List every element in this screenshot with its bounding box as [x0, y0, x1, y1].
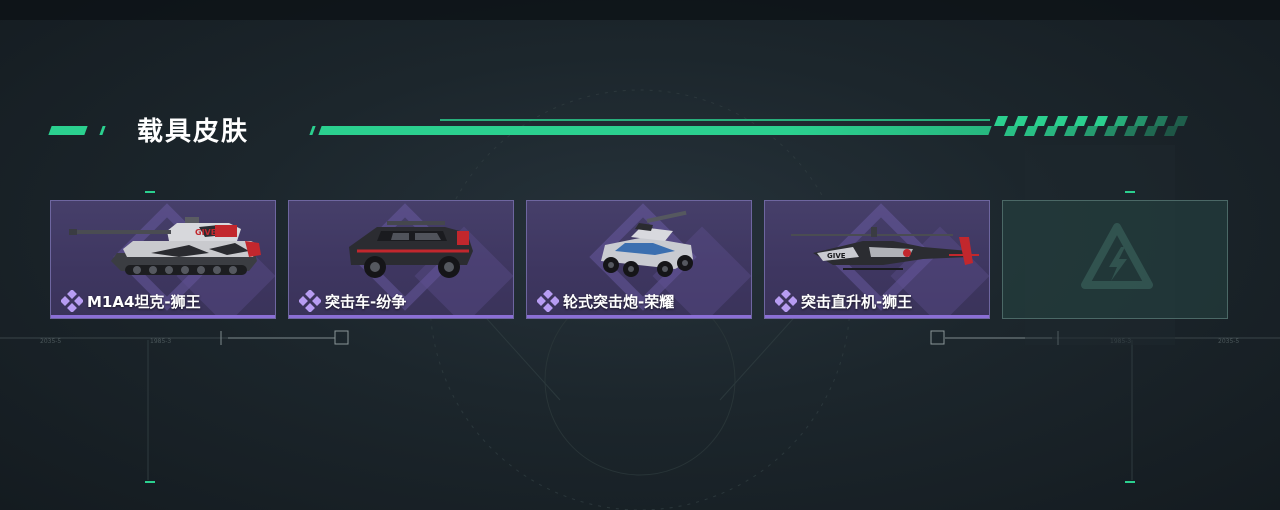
- svg-text:GIVE: GIVE: [195, 228, 216, 237]
- skin-card[interactable]: 轮式突击炮-荣耀: [526, 200, 752, 319]
- header-accent-tick: [99, 126, 106, 135]
- vehicle-skin-list: GIVE M1A4坦克-狮王 突击车-纷争 轮式突击炮-荣耀 GIVE 突击直升…: [50, 200, 1230, 320]
- rarity-diamond-icon: [537, 290, 559, 312]
- header-checker-pattern: [994, 116, 1188, 136]
- skin-name-row: 突击直升机-狮王: [775, 290, 912, 312]
- rarity-diamond-icon: [61, 290, 83, 312]
- header-main-bar: [318, 126, 992, 135]
- skin-name-row: 轮式突击炮-荣耀: [537, 290, 674, 312]
- section-header: 载具皮肤: [0, 105, 1280, 155]
- skin-name-row: M1A4坦克-狮王: [61, 290, 201, 312]
- header-thin-line: [440, 119, 990, 121]
- skin-name: 突击车-纷争: [325, 292, 407, 311]
- rarity-diamond-icon: [775, 290, 797, 312]
- skin-name-row: 突击车-纷争: [299, 290, 406, 312]
- rarity-diamond-icon: [299, 290, 321, 312]
- game-logo-icon: [1081, 223, 1153, 289]
- svg-text:2035-5: 2035-5: [1218, 338, 1239, 345]
- svg-text:1985-3: 1985-3: [150, 338, 171, 345]
- skin-name: 轮式突击炮-荣耀: [563, 292, 675, 311]
- skin-name: M1A4坦克-狮王: [87, 292, 201, 311]
- empty-skin-slot[interactable]: [1002, 200, 1228, 319]
- skin-name: 突击直升机-狮王: [801, 292, 913, 311]
- attack-helicopter-icon: GIVE: [791, 227, 979, 270]
- card-underline: [289, 315, 513, 318]
- card-underline: [51, 315, 275, 318]
- svg-text:GIVE: GIVE: [827, 252, 846, 260]
- svg-text:2035-5: 2035-5: [40, 338, 61, 345]
- corner-tick: [1125, 191, 1135, 193]
- corner-tick: [145, 191, 155, 193]
- skin-card[interactable]: 突击车-纷争: [288, 200, 514, 319]
- svg-text:1985-3: 1985-3: [1110, 338, 1131, 345]
- corner-tick: [145, 481, 155, 483]
- header-accent-tick: [309, 126, 316, 135]
- header-accent-bar: [48, 126, 88, 135]
- card-underline: [527, 315, 751, 318]
- tank-icon: GIVE: [69, 217, 261, 275]
- card-underline: [765, 315, 989, 318]
- wheeled-assault-gun-icon: [601, 210, 693, 277]
- skin-card[interactable]: GIVE M1A4坦克-狮王: [50, 200, 276, 319]
- skin-card[interactable]: GIVE 突击直升机-狮王: [764, 200, 990, 319]
- corner-tick: [1125, 481, 1135, 483]
- section-title: 载具皮肤: [137, 117, 250, 147]
- top-strip: [0, 0, 1280, 20]
- assault-car-icon: [349, 221, 473, 278]
